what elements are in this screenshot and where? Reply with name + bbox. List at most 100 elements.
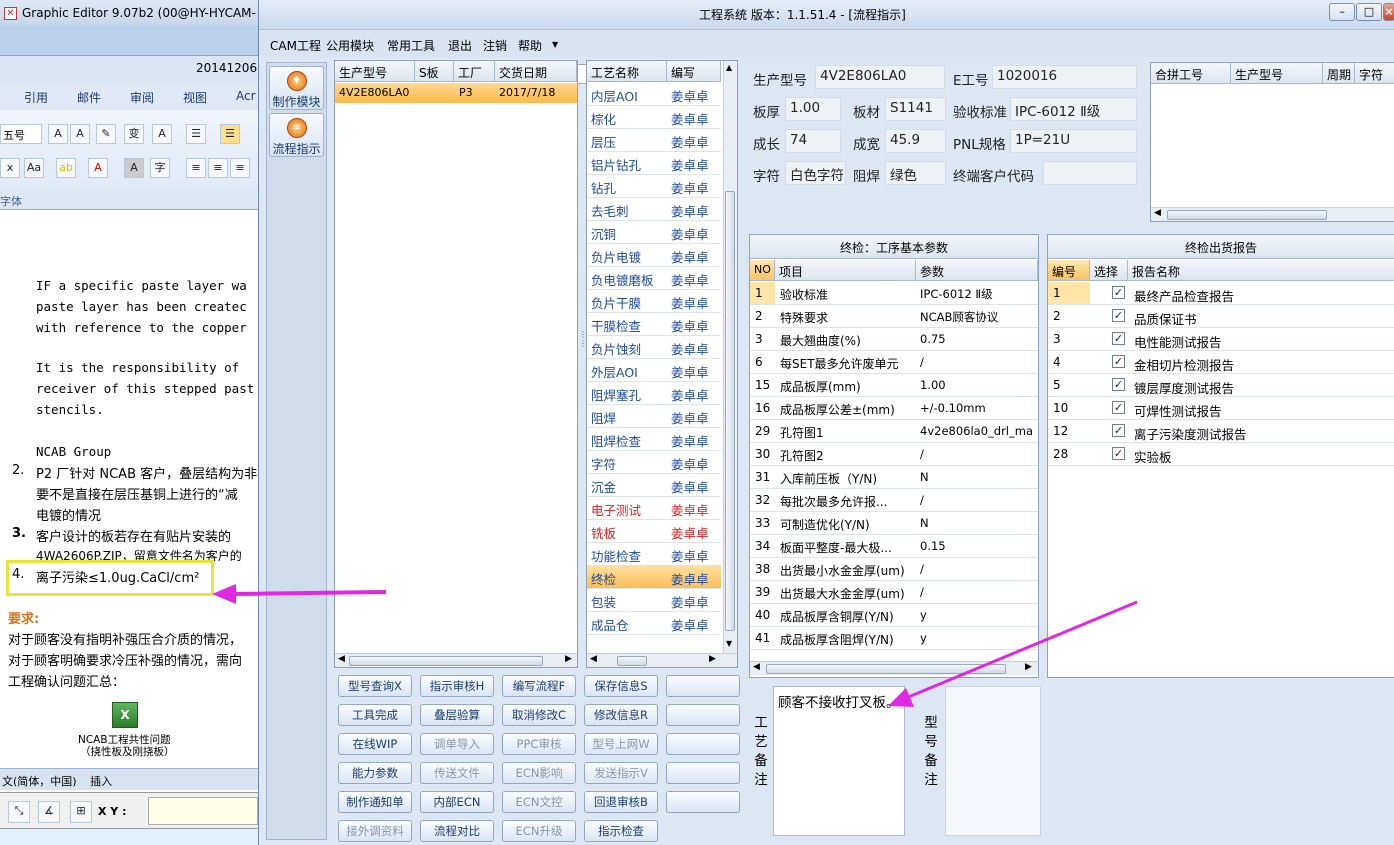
scroll-thumb[interactable] <box>1167 210 1327 220</box>
param-row[interactable]: 38 出货最小水金金厚(um) / <box>750 558 1038 581</box>
menu-tools[interactable]: 常用工具 <box>387 37 435 54</box>
col-item[interactable]: 项目 <box>775 260 916 281</box>
action-button[interactable]: 取消修改C <box>502 704 576 726</box>
action-button[interactable]: 工具完成 <box>338 704 412 726</box>
grid-icon[interactable]: ⊞ <box>70 801 92 823</box>
scroll-right-icon[interactable]: ▶ <box>709 654 716 664</box>
action-button[interactable]: 指示检查 <box>584 820 658 842</box>
thickness-field[interactable]: 1.00 <box>785 97 841 121</box>
report-row[interactable]: 3 ✓ 电性能测试报告 <box>1048 328 1394 351</box>
report-checkbox[interactable]: ✓ <box>1112 378 1125 391</box>
status-language[interactable]: 文(简体，中国) <box>2 775 77 788</box>
action-button[interactable]: ECN升级 <box>502 820 576 842</box>
order-hscroll[interactable]: ◀ ▶ <box>335 653 577 667</box>
action-button[interactable]: ECN文控 <box>502 791 576 813</box>
clear-format-icon[interactable]: ✎ <box>96 124 116 144</box>
eno-field[interactable]: 1020016 <box>992 65 1137 89</box>
process-row[interactable]: 干膜检查 姜卓卓 <box>587 313 721 336</box>
excel-file-icon[interactable]: X <box>112 702 138 728</box>
report-checkbox[interactable]: ✓ <box>1112 424 1125 437</box>
scroll-thumb[interactable] <box>725 191 735 631</box>
report-row[interactable]: 10 ✓ 可焊性测试报告 <box>1048 397 1394 420</box>
shrink-font-icon[interactable]: A <box>70 124 90 144</box>
grow-font-icon[interactable]: A <box>48 124 68 144</box>
scroll-right-icon[interactable]: ▶ <box>1025 662 1032 672</box>
xy-input[interactable] <box>148 797 258 825</box>
menu-logout[interactable]: 注销 <box>483 37 507 54</box>
craft-remark-textarea[interactable]: 顾客不接收打叉板。 <box>773 686 905 836</box>
process-row[interactable]: 棕化 姜卓卓 <box>587 106 721 129</box>
menu-exit[interactable]: 退出 <box>448 37 472 54</box>
action-button[interactable] <box>666 733 740 755</box>
param-row[interactable]: 32 每批次最多允许报... / <box>750 489 1038 512</box>
col-combine-char[interactable]: 字符 <box>1355 63 1394 84</box>
col-factory[interactable]: 工厂 <box>454 61 495 82</box>
col-report-name[interactable]: 报告名称 <box>1128 260 1394 281</box>
scroll-thumb[interactable] <box>349 656 543 666</box>
model-remark-textarea[interactable] <box>945 686 1041 836</box>
bg-command-line[interactable] <box>0 828 258 845</box>
report-row[interactable]: 4 ✓ 金相切片检测报告 <box>1048 351 1394 374</box>
model-field[interactable]: 4V2E806LA0 <box>815 65 945 89</box>
ribbon-tab-review[interactable]: 审阅 <box>130 89 154 106</box>
menu-cam[interactable]: CAM工程 <box>270 37 321 54</box>
material-field[interactable]: S1141 <box>885 97 946 121</box>
param-row[interactable]: 33 可制造优化(Y/N) N <box>750 512 1038 535</box>
report-row[interactable]: 28 ✓ 实验板 <box>1048 443 1394 466</box>
process-row[interactable]: 负电镀磨板 姜卓卓 <box>587 267 721 290</box>
process-row[interactable]: 阻焊 姜卓卓 <box>587 405 721 428</box>
action-button[interactable]: 叠层验算 <box>420 704 494 726</box>
align-center-icon[interactable]: ≡ <box>208 158 228 178</box>
param-row[interactable]: 34 板面平整度-最大极... 0.15 <box>750 535 1038 558</box>
action-button[interactable]: 内部ECN <box>420 791 494 813</box>
numbering-icon[interactable]: ☰ <box>220 124 240 144</box>
soldermask-field[interactable]: 绿色 <box>885 161 946 185</box>
col-no[interactable]: NO <box>750 260 775 281</box>
phonetic-icon[interactable]: 变 <box>124 124 144 144</box>
scroll-down-icon[interactable]: ▼ <box>726 639 732 648</box>
nav-flow-indicator[interactable]: ≡ 流程指示 <box>269 113 324 157</box>
param-row[interactable]: 16 成品板厚公差±(mm) +/-0.10mm <box>750 397 1038 420</box>
process-row[interactable]: 负片蚀刻 姜卓卓 <box>587 336 721 359</box>
ribbon-tab-view[interactable]: 视图 <box>183 89 207 106</box>
process-row[interactable]: 铣板 姜卓卓 <box>587 520 721 543</box>
status-insert[interactable]: 插入 <box>90 775 112 788</box>
menu-help[interactable]: 帮助 <box>518 37 542 54</box>
scroll-left-icon[interactable]: ◀ <box>1154 208 1161 218</box>
measure-icon[interactable]: ∡ <box>38 801 60 823</box>
report-checkbox[interactable]: ✓ <box>1112 332 1125 345</box>
width-field[interactable]: 45.9 <box>885 129 946 153</box>
col-combine-no[interactable]: 合拼工号 <box>1151 63 1231 84</box>
process-row[interactable]: 阻焊塞孔 姜卓卓 <box>587 382 721 405</box>
action-button[interactable]: 保存信息S <box>584 675 658 697</box>
report-row[interactable]: 5 ✓ 镀层厚度测试报告 <box>1048 374 1394 397</box>
param-row[interactable]: 15 成品板厚(mm) 1.00 <box>750 374 1038 397</box>
param-row[interactable]: 40 成品板厚含铜厚(Y/N) y <box>750 604 1038 627</box>
process-row[interactable]: 包装 姜卓卓 <box>587 589 721 612</box>
action-button[interactable]: 编写流程F <box>502 675 576 697</box>
report-checkbox[interactable]: ✓ <box>1112 309 1125 322</box>
action-button[interactable]: 修改信息R <box>584 704 658 726</box>
process-row[interactable]: 层压 姜卓卓 <box>587 129 721 152</box>
process-vscroll[interactable]: ▲ ▼ <box>723 61 737 653</box>
report-checkbox[interactable]: ✓ <box>1112 447 1125 460</box>
col-model[interactable]: 生产型号 <box>335 61 415 82</box>
scroll-left-icon[interactable]: ◀ <box>753 662 760 672</box>
process-row[interactable]: 终检 姜卓卓 <box>587 566 721 589</box>
length-field[interactable]: 74 <box>785 129 841 153</box>
acceptance-std-field[interactable]: IPC-6012 Ⅱ级 <box>1010 97 1137 121</box>
scroll-right-icon[interactable]: ▶ <box>565 654 572 664</box>
action-button[interactable]: 传送文件 <box>420 762 494 784</box>
param-row[interactable]: 29 孔符图1 4v2e806la0_drl_ma <box>750 420 1038 443</box>
col-report-no[interactable]: 编号 <box>1048 260 1090 281</box>
action-button[interactable]: 型号上网W <box>584 733 658 755</box>
report-row[interactable]: 12 ✓ 离子污染度测试报告 <box>1048 420 1394 443</box>
col-process-name[interactable]: 工艺名称 <box>587 61 667 82</box>
action-button[interactable]: ECN影响 <box>502 762 576 784</box>
report-checkbox[interactable]: ✓ <box>1112 286 1125 299</box>
maximize-button[interactable]: □ <box>1356 3 1382 21</box>
action-button[interactable] <box>666 762 740 784</box>
report-row[interactable]: 1 ✓ 最终产品检查报告 <box>1048 282 1394 305</box>
ribbon-tab-references[interactable]: 引用 <box>24 89 48 106</box>
process-row[interactable]: 沉铜 姜卓卓 <box>587 221 721 244</box>
